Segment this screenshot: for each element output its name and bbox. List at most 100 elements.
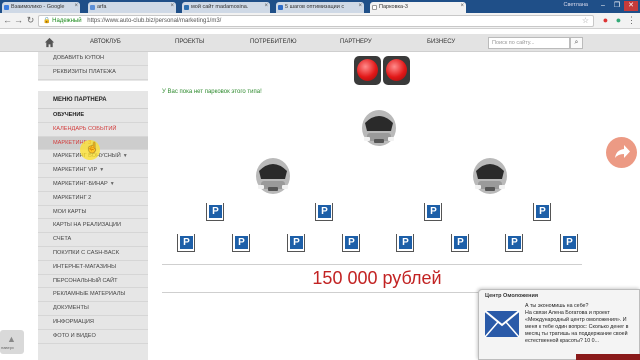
tab-close-icon[interactable]: × bbox=[170, 3, 174, 9]
arrow-up-icon: ▲ bbox=[7, 334, 16, 344]
site-favicon-icon bbox=[278, 5, 283, 10]
hand-cursor-icon: ☝ bbox=[86, 143, 99, 154]
tab-close-icon[interactable]: × bbox=[264, 3, 268, 9]
parking-spot: P bbox=[424, 203, 442, 221]
parking-spot: P bbox=[315, 203, 333, 221]
sidebar-item-documents[interactable]: ДОКУМЕНТЫ bbox=[38, 302, 148, 316]
nav-item-partner[interactable]: ПАРТНЕРУ bbox=[340, 39, 372, 45]
parking-spot: P bbox=[396, 234, 414, 252]
sidebar-item-label: МАРКЕТИНГ VIP bbox=[53, 167, 98, 174]
notification-title: Центр Омоложения bbox=[485, 293, 539, 299]
sidebar-item-marketing-vip[interactable]: МАРКЕТИНГ VIP ▼ bbox=[38, 164, 148, 178]
chevron-down-icon: ▼ bbox=[109, 180, 115, 187]
chat-widget-strip[interactable] bbox=[576, 354, 640, 360]
parking-spot: P bbox=[533, 203, 551, 221]
red-light-left bbox=[354, 56, 381, 85]
sidebar-item-ad-materials[interactable]: РЕКЛАМНЫЕ МАТЕРИАЛЫ bbox=[38, 288, 148, 303]
sidebar-item-online-stores[interactable]: ИНТЕРНЕТ-МАГАЗИНЫ bbox=[38, 261, 148, 275]
nav-item-business[interactable]: БИЗНЕСУ bbox=[427, 39, 455, 45]
url-input[interactable]: 🔒 Надежный https://www.auto-club.biz/per… bbox=[38, 15, 594, 27]
tab-close-icon[interactable]: × bbox=[460, 3, 464, 9]
share-icon[interactable] bbox=[606, 137, 637, 168]
parking-icon: P bbox=[399, 236, 412, 249]
site-search-input[interactable]: Поиск по сайту... bbox=[488, 37, 570, 49]
sidebar-item-cards-for-sale[interactable]: КАРТЫ НА РЕАЛИЗАЦИИ bbox=[38, 219, 148, 234]
notification-line: месяц ты тратишь на поддержание своей bbox=[525, 331, 628, 338]
parking-icon: P bbox=[563, 236, 576, 249]
sidebar-item-events-calendar[interactable]: КАЛЕНДАРЬ СОБЫТИЙ bbox=[38, 123, 148, 137]
scroll-to-top-button[interactable]: ▲ наверх bbox=[0, 330, 24, 354]
parking-spot: P bbox=[505, 234, 523, 252]
tab-close-icon[interactable]: × bbox=[358, 3, 362, 9]
sidebar-item-cashback[interactable]: ПОКУПКИ С CASH-BACK bbox=[38, 247, 148, 261]
parking-icon: P bbox=[318, 205, 331, 218]
sidebar-item-training[interactable]: ОБУЧЕНИЕ bbox=[38, 109, 148, 123]
browser-tab-2[interactable]: arfa × bbox=[88, 2, 176, 13]
parking-spot: P bbox=[206, 203, 224, 221]
sidebar-item-marketing-binar[interactable]: МАРКЕТИНГ-БИНАР ▼ bbox=[38, 178, 148, 192]
browser-tab-1[interactable]: Взаимолико - Google × bbox=[2, 2, 80, 13]
sidebar-item-personal-site[interactable]: ПЕРСОНАЛЬНЫЙ САЙТ bbox=[38, 275, 148, 289]
notification-popup[interactable]: Центр Омоложения А ты экономишь на себе?… bbox=[478, 289, 640, 360]
sidebar-item-invoices[interactable]: СЧЕТА bbox=[38, 233, 148, 247]
envelope-icon bbox=[484, 310, 520, 338]
parking-icon: P bbox=[209, 205, 222, 218]
car-icon-right bbox=[473, 158, 507, 194]
notification-line: «Международный центр омоложения». И bbox=[525, 317, 627, 324]
tab-close-icon[interactable]: × bbox=[74, 3, 78, 9]
price-divider-bottom bbox=[162, 292, 480, 293]
parking-spot: P bbox=[451, 234, 469, 252]
bookmark-star-icon[interactable]: ☆ bbox=[582, 16, 589, 26]
browser-tab-active[interactable]: Парковка-3 × bbox=[370, 2, 466, 13]
scroll-to-top-label: наверх bbox=[1, 345, 14, 350]
profile-label[interactable]: Светлана bbox=[564, 2, 588, 8]
sidebar-item-marketing-2[interactable]: МАРКЕТИНГ 2 bbox=[38, 192, 148, 206]
forward-icon[interactable]: → bbox=[13, 15, 24, 26]
traffic-light-icon bbox=[354, 56, 410, 86]
back-icon[interactable]: ← bbox=[2, 15, 13, 26]
google-favicon-icon bbox=[4, 5, 9, 10]
extension-icon-2[interactable]: ● bbox=[613, 15, 624, 26]
nav-item-projects[interactable]: ПРОЕКТЫ bbox=[175, 39, 204, 45]
notification-line: естественной красоты? 10 0... bbox=[525, 338, 600, 345]
close-window-icon[interactable]: ✕ bbox=[624, 1, 638, 11]
parking-icon: P bbox=[536, 205, 549, 218]
notification-line: А ты экономишь на себе? bbox=[525, 303, 589, 309]
sidebar-item-photo-video[interactable]: ФОТО И ВИДЕО bbox=[38, 330, 148, 344]
tab-label: arfa bbox=[97, 4, 107, 10]
tab-label: Парковка-3 bbox=[379, 4, 408, 10]
notification-body: А ты экономишь на себе? На связи Алена Б… bbox=[525, 303, 639, 346]
lock-icon: 🔒 bbox=[43, 18, 51, 24]
partner-sidebar: ДОБАВИТЬ КУПОН РЕКВИЗИТЫ ПЛАТЕЖА МЕНЮ ПА… bbox=[38, 52, 148, 360]
page-favicon-icon bbox=[372, 5, 377, 10]
nav-item-consumer[interactable]: ПОТРЕБИТЕЛЮ bbox=[250, 39, 297, 45]
sidebar-item-add-coupon[interactable]: ДОБАВИТЬ КУПОН bbox=[38, 52, 148, 66]
sidebar-separator bbox=[38, 81, 148, 91]
parking-icon: P bbox=[508, 236, 521, 249]
parking-price: 150 000 рублей bbox=[312, 268, 442, 288]
sidebar-item-information[interactable]: ИНФОРМАЦИЯ bbox=[38, 316, 148, 330]
car-icon-top bbox=[362, 110, 396, 146]
site-navigation: АВТОКЛУБ ПРОЕКТЫ ПОТРЕБИТЕЛЮ ПАРТНЕРУ БИ… bbox=[0, 34, 640, 52]
sidebar-top-block: ДОБАВИТЬ КУПОН РЕКВИЗИТЫ ПЛАТЕЖА bbox=[38, 52, 148, 80]
sidebar-partner-menu: МЕНЮ ПАРТНЕРА ОБУЧЕНИЕ КАЛЕНДАРЬ СОБЫТИЙ… bbox=[38, 91, 148, 344]
search-icon[interactable]: ⌕ bbox=[570, 37, 583, 49]
browser-tab-4[interactable]: 5 шагов оптимизации с × bbox=[276, 2, 364, 13]
wordpress-favicon-icon bbox=[184, 5, 189, 10]
sidebar-item-my-cards[interactable]: МОИ КАРТЫ bbox=[38, 206, 148, 220]
tab-label: Взаимолико - Google bbox=[11, 4, 65, 10]
reload-icon[interactable]: ↻ bbox=[25, 15, 36, 26]
parking-icon: P bbox=[427, 205, 440, 218]
home-icon[interactable] bbox=[44, 37, 55, 48]
sidebar-partner-header: МЕНЮ ПАРТНЕРА bbox=[38, 91, 148, 109]
minimize-icon[interactable]: – bbox=[596, 1, 610, 11]
browser-tab-3[interactable]: мой сайт madamosina. × bbox=[182, 2, 270, 13]
sidebar-item-payment-details[interactable]: РЕКВИЗИТЫ ПЛАТЕЖА bbox=[38, 66, 148, 80]
no-parking-notice: У Вас пока нет парковок этого типа! bbox=[162, 89, 262, 95]
menu-icon[interactable]: ⋮ bbox=[626, 15, 637, 26]
tab-label: 5 шагов оптимизации с bbox=[285, 4, 345, 10]
extension-icon[interactable]: ● bbox=[600, 15, 611, 26]
browser-tab-bar: Взаимолико - Google × arfa × мой сайт ma… bbox=[0, 0, 640, 13]
maximize-icon[interactable]: ❐ bbox=[610, 1, 624, 11]
nav-item-autoclub[interactable]: АВТОКЛУБ bbox=[90, 39, 121, 45]
